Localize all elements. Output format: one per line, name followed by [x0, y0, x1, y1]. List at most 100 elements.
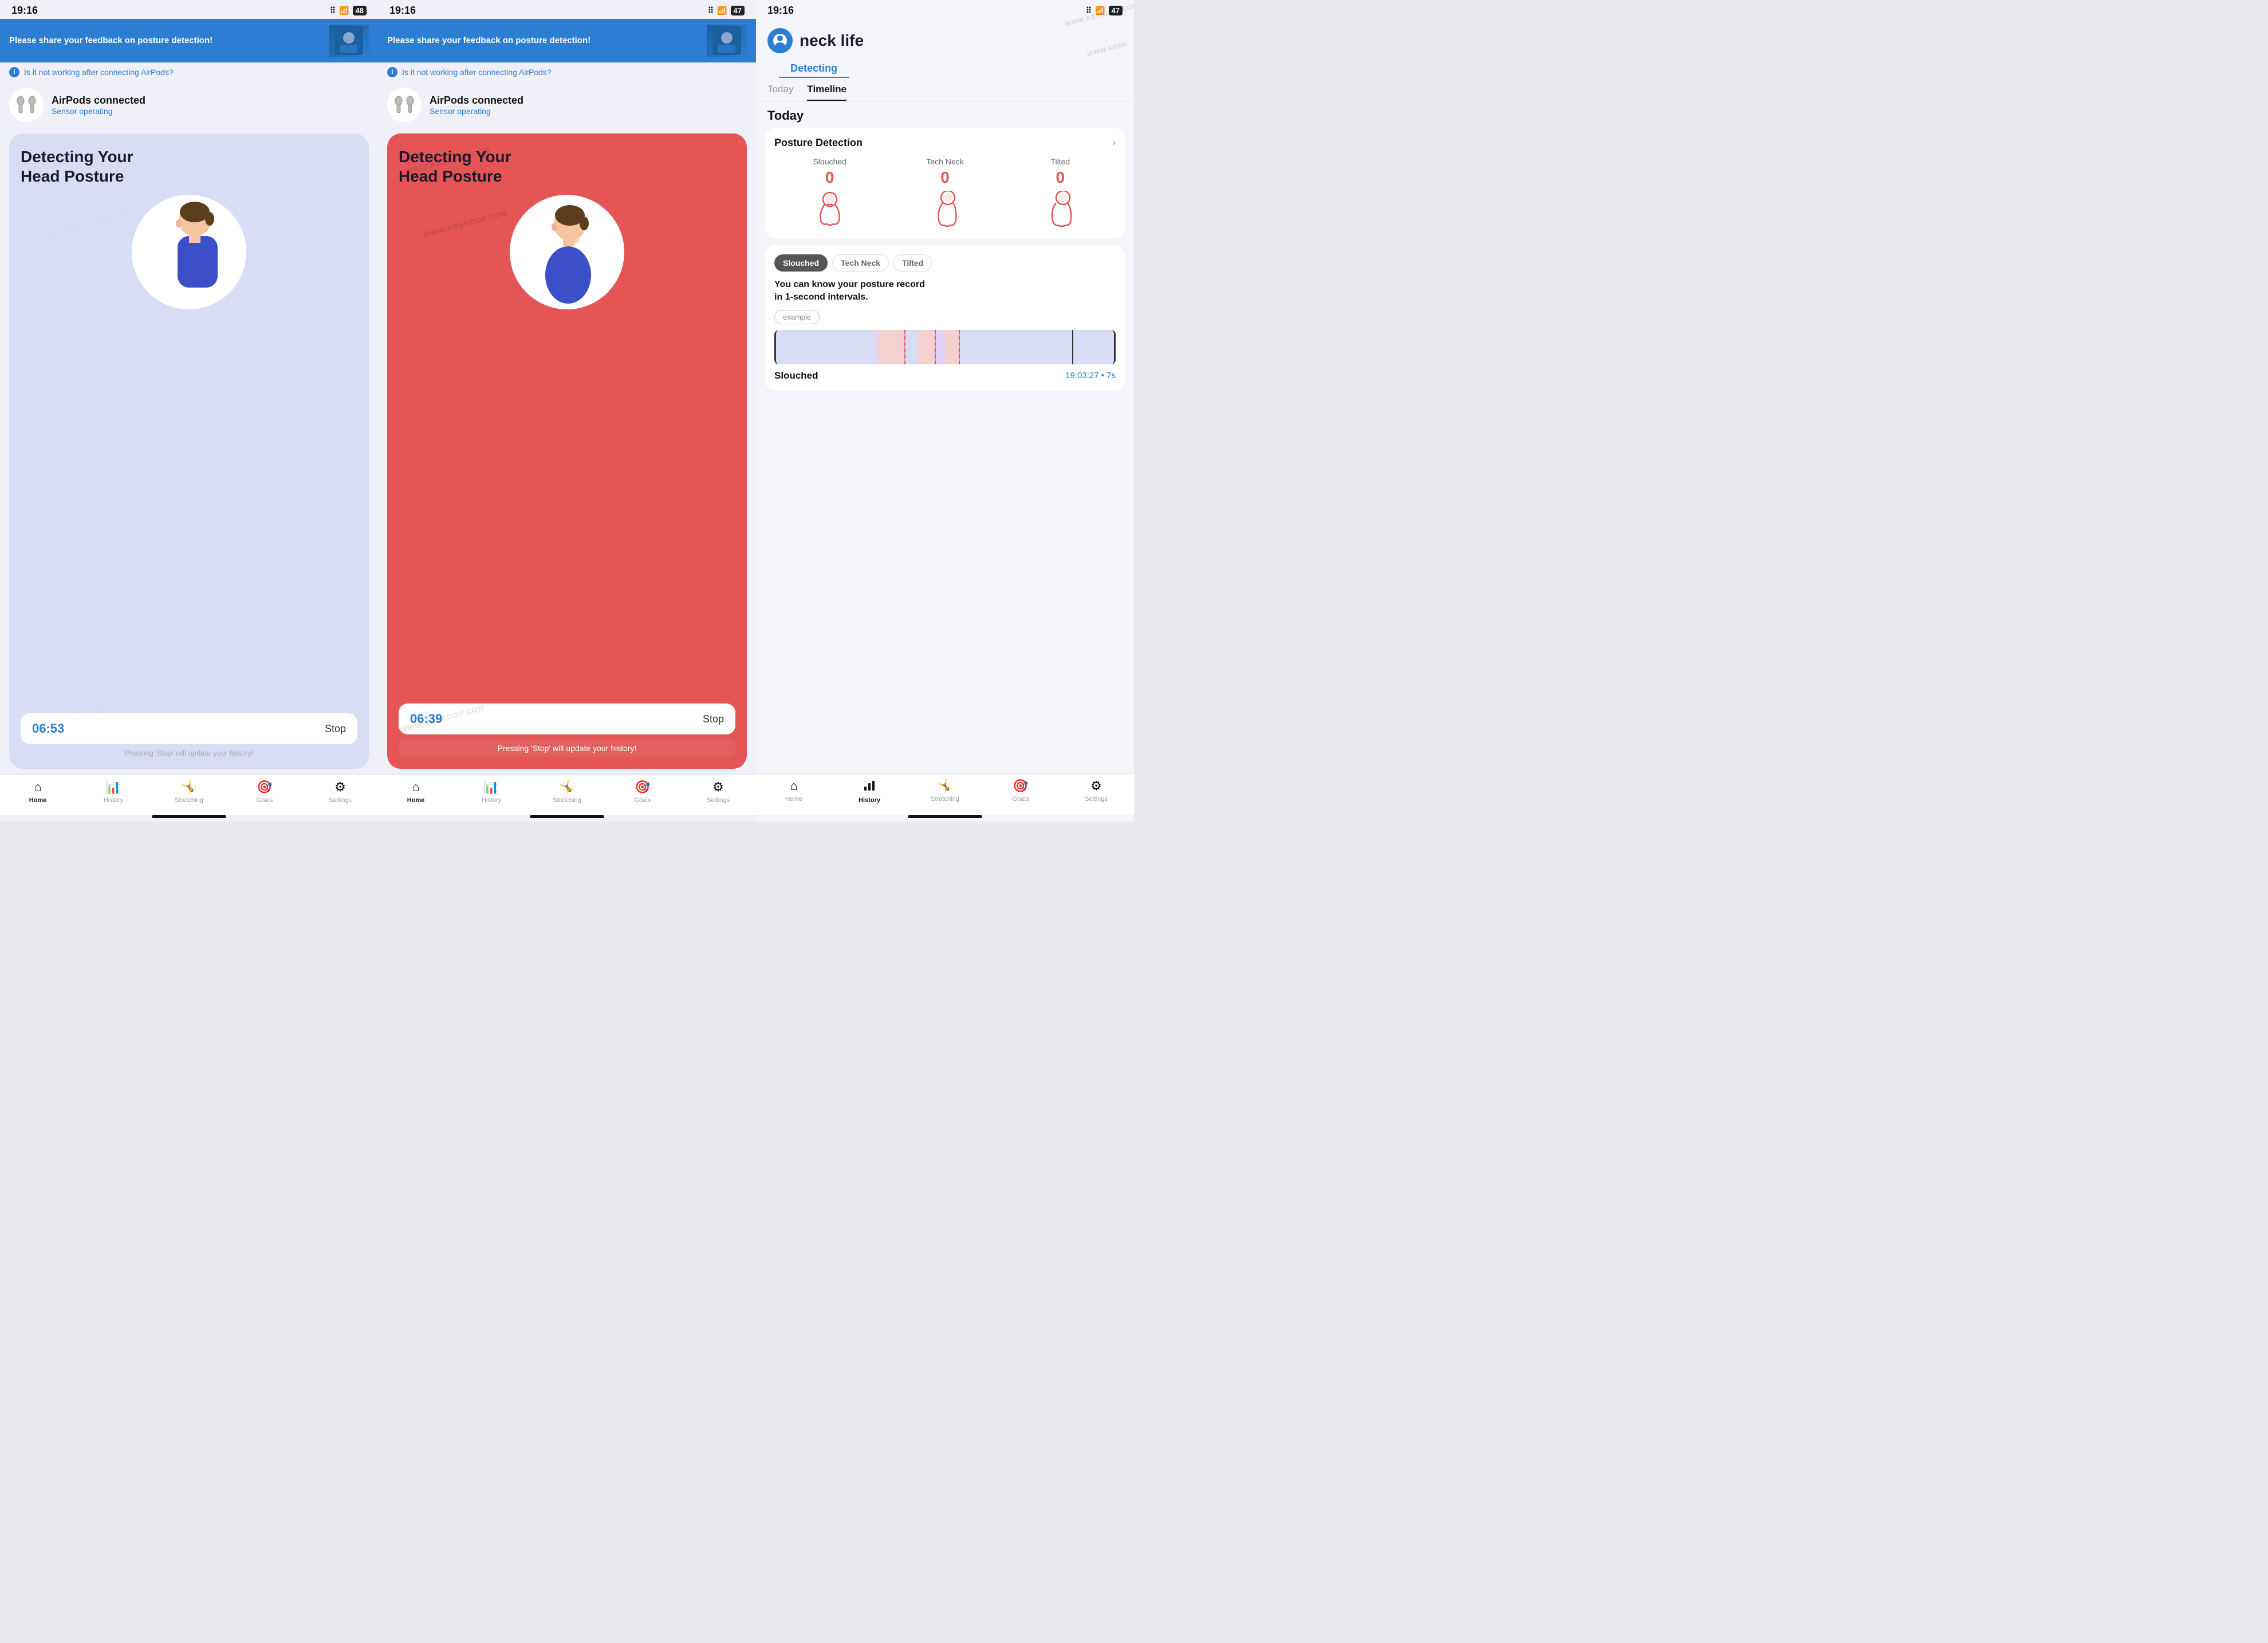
signal-icon-1: ⠿ — [330, 6, 336, 15]
tab-label-settings-2: Settings — [707, 797, 730, 804]
tab-label-stretching-1: Stretching — [175, 797, 203, 804]
app-name: neck life — [800, 32, 864, 50]
airpods-row-2: AirPods connected Sensor operating — [378, 82, 756, 128]
card-title-1: Detecting YourHead Posture — [21, 147, 357, 186]
tab-home-1[interactable]: ⌂ Home — [0, 780, 76, 804]
home-indicator-2 — [530, 815, 604, 818]
home-indicator-1 — [152, 815, 226, 818]
time-3: 19:16 — [767, 5, 794, 17]
tilted-icon-area — [1040, 189, 1080, 229]
tab-settings-2[interactable]: ⚙ Settings — [680, 780, 756, 804]
app-header: neck life WWW.ABSK — [756, 19, 1134, 58]
signal-icon-3: ⠿ — [1086, 6, 1092, 15]
timeline-marker-1 — [904, 330, 905, 364]
chip-tilted[interactable]: Tilted — [893, 254, 932, 272]
wifi-icon-3: 📶 — [1095, 6, 1105, 15]
tab-label-settings-1: Settings — [329, 797, 352, 804]
tab-stretching-1[interactable]: 🤸 Stretching — [151, 780, 227, 804]
posture-tilted: Tilted 0 — [1005, 157, 1116, 229]
timeline-seg-6 — [945, 330, 959, 364]
signal-icon-2: ⠿ — [708, 6, 714, 15]
history-icon-3 — [863, 779, 876, 795]
feedback-banner-1[interactable]: Please share your feedback on posture de… — [0, 19, 378, 62]
slouched-label: Slouched — [813, 157, 846, 166]
timeline-marker-3 — [959, 330, 960, 364]
airpods-info-1: AirPods connected Sensor operating — [52, 95, 145, 116]
airpods-name-1: AirPods connected — [52, 95, 145, 107]
slouched-count: 0 — [825, 168, 834, 187]
tab-label-history-2: History — [482, 797, 501, 804]
tab-label-home-3: Home — [785, 796, 802, 803]
timeline-seg-1 — [776, 330, 877, 364]
home-icon-2: ⌂ — [412, 780, 419, 795]
tab-history-1[interactable]: 📊 History — [76, 780, 151, 804]
example-chip: example — [774, 310, 820, 324]
wifi-icon-1: 📶 — [339, 6, 349, 15]
avatar-circle-2 — [510, 195, 624, 309]
timeline-marker-2 — [935, 330, 936, 364]
tab-settings-3[interactable]: ⚙ Settings — [1058, 779, 1134, 804]
tab-home-2[interactable]: ⌂ Home — [378, 780, 454, 804]
watermark-5: WWW.ABSKOOP.COM — [422, 208, 509, 239]
settings-icon-2: ⚙ — [712, 780, 724, 795]
tab-bar-3: ⌂ Home History 🤸 Stretching 🎯 Goals ⚙ Se… — [756, 773, 1134, 815]
goals-icon-2: 🎯 — [635, 780, 650, 795]
tab-today[interactable]: Today — [767, 84, 793, 101]
posture-info-text: You can know your posture recordin 1-sec… — [774, 278, 1116, 304]
person-figure-1 — [149, 201, 229, 304]
info-row-1[interactable]: i Is it not working after connecting Air… — [0, 62, 378, 82]
tab-label-goals-1: Goals — [257, 797, 273, 804]
stop-button-2[interactable]: Stop — [703, 713, 724, 725]
info-text-2: Is it not working after connecting AirPo… — [402, 68, 552, 77]
tab-label-history-3: History — [859, 797, 880, 804]
timer-bar-1: 06:53 Stop — [21, 713, 357, 744]
tab-label-home-2: Home — [407, 797, 425, 804]
airpods-icon-1 — [9, 88, 44, 122]
settings-icon-3: ⚙ — [1090, 779, 1102, 793]
tab-history-2[interactable]: 📊 History — [454, 780, 529, 804]
timer-bar-2: 06:39 Stop — [399, 703, 735, 734]
tab-label-settings-3: Settings — [1085, 796, 1108, 803]
tab-bar-2: ⌂ Home 📊 History 🤸 Stretching 🎯 Goals ⚙ … — [378, 775, 756, 815]
main-card-1: WWW.ABSKOOP.COM WWW.ABSKOOP.COM WWW.ABSK… — [9, 133, 369, 769]
status-bar-2: 19:16 ⠿ 📶 47 — [378, 0, 756, 19]
info-text-1: Is it not working after connecting AirPo… — [24, 68, 174, 77]
tab-goals-3[interactable]: 🎯 Goals — [983, 779, 1058, 804]
tab-history-3[interactable]: History — [832, 779, 907, 804]
tab-goals-1[interactable]: 🎯 Goals — [227, 780, 302, 804]
stop-button-1[interactable]: Stop — [325, 723, 346, 735]
phone-panel-1: 19:16 ⠿ 📶 48 Please share your feedback … — [0, 0, 378, 822]
chevron-right-icon[interactable]: › — [1112, 137, 1116, 149]
timeline-visualization — [774, 330, 1116, 364]
tab-stretching-3[interactable]: 🤸 Stretching — [907, 779, 983, 804]
chip-tech-neck[interactable]: Tech Neck — [832, 254, 889, 272]
tech-neck-label: Tech Neck — [926, 157, 963, 166]
timeline-seg-5 — [935, 330, 945, 364]
timer-value-2: 06:39 — [410, 712, 442, 726]
timer-value-1: 06:53 — [32, 721, 64, 736]
info-row-2[interactable]: i Is it not working after connecting Air… — [378, 62, 756, 82]
feedback-image-1 — [329, 25, 369, 57]
tab-timeline[interactable]: Timeline — [807, 84, 846, 101]
posture-record-row: Slouched 19:03:27 • 7s — [774, 370, 1116, 382]
tab-label-goals-2: Goals — [635, 797, 651, 804]
chip-slouched[interactable]: Slouched — [774, 254, 828, 272]
slouched-icon-area — [810, 189, 850, 229]
tab-stretching-2[interactable]: 🤸 Stretching — [529, 780, 605, 804]
timeline-seg-7 — [959, 330, 1114, 364]
stretching-icon-3: 🤸 — [937, 779, 952, 793]
timeline-seg-4 — [918, 330, 935, 364]
card-title-2: Detecting YourHead Posture — [399, 147, 735, 186]
tab-settings-1[interactable]: ⚙ Settings — [302, 780, 378, 804]
timeline-seg-3 — [904, 330, 918, 364]
tab-goals-2[interactable]: 🎯 Goals — [605, 780, 680, 804]
posture-detection-card: Posture Detection › Slouched 0 — [765, 128, 1125, 238]
press-hint-2: Pressing 'Stop' will update your history… — [399, 739, 735, 757]
posture-tech-neck: Tech Neck 0 — [889, 157, 1000, 229]
tab-home-3[interactable]: ⌂ Home — [756, 779, 832, 804]
home-icon-3: ⌂ — [790, 779, 797, 793]
tilted-label: Tilted — [1050, 157, 1070, 166]
stretching-icon-1: 🤸 — [181, 780, 196, 795]
airpods-status-2: Sensor operating — [430, 107, 523, 116]
feedback-banner-2[interactable]: Please share your feedback on posture de… — [378, 19, 756, 62]
